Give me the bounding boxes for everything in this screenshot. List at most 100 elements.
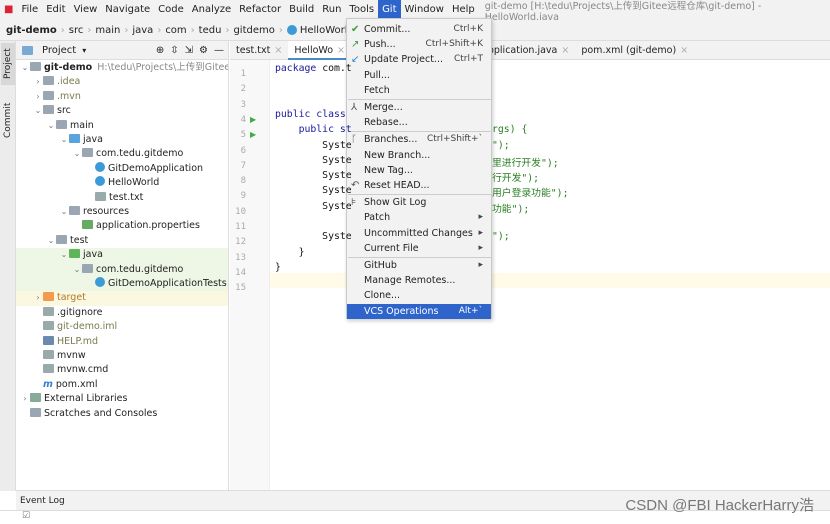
git-menu-item[interactable]: New Tag...	[347, 163, 491, 178]
run-icon[interactable]: ▶	[250, 115, 256, 124]
git-menu-item[interactable]: Current File ▸	[347, 241, 491, 256]
chevron-down-icon[interactable]: ⌄	[46, 119, 56, 133]
git-menu-item[interactable]: ↙ Update Project... Ctrl+T	[347, 52, 491, 67]
tree-item[interactable]: .gitignore	[16, 306, 228, 320]
close-icon[interactable]: ×	[561, 45, 569, 56]
editor-tab[interactable]: HelloWo ×	[288, 40, 352, 60]
chevron-right-icon[interactable]: ›	[33, 90, 43, 104]
menu-run[interactable]: Run	[318, 0, 345, 20]
project-view-selector[interactable]: Project	[42, 45, 76, 56]
close-icon[interactable]: ×	[274, 45, 282, 56]
package-icon	[82, 148, 93, 158]
tree-item[interactable]: application.properties	[16, 219, 228, 233]
chevron-down-icon[interactable]: ⌄	[72, 263, 82, 277]
tree-item[interactable]: ⌄ com.tedu.gitdemo	[16, 147, 228, 161]
git-menu-item[interactable]: Rebase...	[347, 115, 491, 130]
tree-item[interactable]: ⌄ resources	[16, 205, 228, 219]
menu-analyze[interactable]: Analyze	[188, 0, 235, 20]
tree-item[interactable]: › .mvn	[16, 90, 228, 104]
tree-item[interactable]: GitDemoApplicationTests	[16, 277, 228, 292]
chevron-down-icon[interactable]: ⌄	[59, 205, 69, 219]
commit-tool-tab[interactable]: Commit	[1, 97, 15, 143]
tree-item[interactable]: ⌄ main	[16, 119, 228, 133]
git-menu-item[interactable]: ᚴ Branches... Ctrl+Shift+`	[347, 132, 491, 147]
chevron-right-icon[interactable]: ›	[20, 392, 30, 406]
locate-icon[interactable]: ⊕	[156, 45, 164, 56]
tree-item[interactable]: Scratches and Consoles	[16, 407, 228, 421]
editor-tab[interactable]: test.txt ×	[230, 41, 288, 60]
tree-item[interactable]: git-demo.iml	[16, 320, 228, 334]
close-icon[interactable]: ×	[337, 45, 345, 56]
project-tool-tab[interactable]: Project	[1, 43, 15, 85]
git-menu-item[interactable]: ↗ Push... Ctrl+Shift+K	[347, 37, 491, 52]
tree-item[interactable]: HELP.md	[16, 335, 228, 349]
breadcrumb-item[interactable]: gitdemo	[233, 25, 274, 36]
hide-icon[interactable]: —	[214, 45, 224, 56]
chevron-down-icon[interactable]: ⌄	[20, 61, 30, 75]
tree-item[interactable]: › .idea	[16, 75, 228, 89]
menu-file[interactable]: File	[17, 0, 42, 20]
breadcrumb-item[interactable]: main	[95, 25, 120, 36]
tree-item[interactable]: ⌄ java	[16, 248, 228, 263]
git-menu-item[interactable]: Fetch	[347, 83, 491, 98]
tree-item[interactable]: test.txt	[16, 191, 228, 205]
menu-build[interactable]: Build	[285, 0, 318, 20]
git-menu-item[interactable]: Pull...	[347, 68, 491, 83]
git-menu-item[interactable]: VCS Operations Alt+`	[347, 303, 491, 319]
git-menu-item[interactable]: Uncommitted Changes ▸	[347, 226, 491, 241]
git-menu-item[interactable]: ⅄ Merge...	[347, 100, 491, 115]
git-menu-item[interactable]: ⊧ Show Git Log	[347, 195, 491, 210]
tree-item[interactable]: mvnw	[16, 349, 228, 363]
chevron-down-icon[interactable]: ⌄	[59, 248, 69, 262]
breadcrumb-item[interactable]: java	[132, 25, 153, 36]
tree-item[interactable]: ⌄ test	[16, 234, 228, 248]
tree-item[interactable]: ⌄ src	[16, 104, 228, 118]
menu-help[interactable]: Help	[448, 0, 479, 20]
gear-icon[interactable]: ⚙	[199, 45, 208, 56]
git-menu-item[interactable]: Clone...	[347, 288, 491, 303]
breadcrumb-item[interactable]: src	[69, 25, 84, 36]
chevron-down-icon[interactable]: ⌄	[59, 133, 69, 147]
menu-navigate[interactable]: Navigate	[101, 0, 154, 20]
editor-tab[interactable]: pom.xml (git-demo) ×	[575, 41, 694, 60]
expand-all-icon[interactable]: ⇳	[170, 45, 178, 56]
git-menu-item[interactable]: Manage Remotes...	[347, 273, 491, 288]
menu-refactor[interactable]: Refactor	[235, 0, 285, 20]
tree-item[interactable]: GitDemoApplication	[16, 161, 228, 176]
breadcrumb-item[interactable]: tedu	[199, 25, 222, 36]
chevron-right-icon: ›	[87, 24, 92, 36]
tree-item[interactable]: mvnw.cmd	[16, 363, 228, 377]
menu-edit[interactable]: Edit	[42, 0, 69, 20]
chevron-down-icon[interactable]: ⌄	[72, 147, 82, 161]
tree-item[interactable]: ⌄ com.tedu.gitdemo	[16, 262, 228, 277]
menu-tools[interactable]: Tools	[345, 0, 378, 20]
tree-item[interactable]: › target	[16, 291, 228, 306]
tree-item[interactable]: › External Libraries	[16, 392, 228, 406]
breadcrumb-item[interactable]: com	[165, 25, 186, 36]
checkbox-icon[interactable]: ☑	[22, 511, 30, 521]
git-menu-item[interactable]: Patch ▸	[347, 210, 491, 225]
git-menu-item[interactable]: New Branch...	[347, 148, 491, 163]
menu-code[interactable]: Code	[154, 0, 188, 20]
tree-item[interactable]: ⌄ git-demo H:\tedu\Projects\上传到Gitee远程仓	[16, 61, 228, 75]
menu-view[interactable]: View	[70, 0, 102, 20]
tree-item[interactable]: m pom.xml	[16, 378, 228, 392]
menu-item-label: VCS Operations	[364, 305, 439, 317]
breadcrumb-item[interactable]: git-demo	[6, 25, 57, 36]
app-logo-icon: ■	[4, 4, 14, 15]
chevron-right-icon[interactable]: ›	[33, 291, 43, 305]
menu-window[interactable]: Window	[401, 0, 448, 20]
git-menu-item[interactable]: GitHub ▸	[347, 258, 491, 273]
tree-item[interactable]: HelloWorld	[16, 176, 228, 190]
chevron-down-icon[interactable]: ⌄	[46, 234, 56, 248]
menu-git[interactable]: Git	[378, 0, 401, 20]
run-icon[interactable]: ▶	[250, 130, 256, 139]
chevron-down-icon[interactable]: ▾	[82, 46, 86, 55]
git-menu-item[interactable]: ✔ Commit... Ctrl+K	[347, 22, 491, 37]
git-menu-item[interactable]: ↶ Reset HEAD...	[347, 178, 491, 193]
collapse-all-icon[interactable]: ⇲	[185, 45, 193, 56]
chevron-right-icon[interactable]: ›	[33, 75, 43, 89]
close-icon[interactable]: ×	[680, 45, 688, 56]
tree-item[interactable]: ⌄ java	[16, 133, 228, 147]
chevron-down-icon[interactable]: ⌄	[33, 104, 43, 118]
